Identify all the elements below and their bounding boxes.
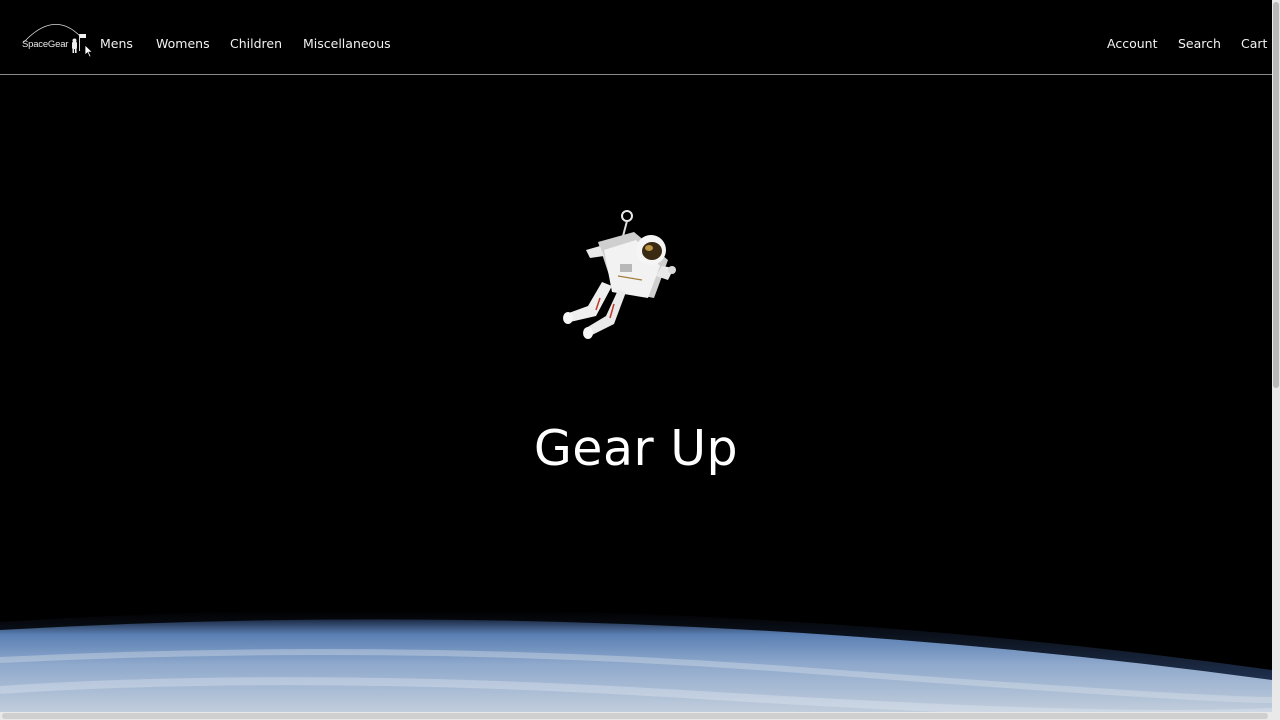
nav-item-search[interactable]: Search	[1178, 35, 1221, 53]
vertical-scrollbar-thumb[interactable]	[1273, 2, 1279, 388]
nav-item-womens[interactable]: Womens	[156, 35, 210, 53]
nav-item-account[interactable]: Account	[1107, 35, 1157, 53]
horizontal-scrollbar[interactable]	[0, 712, 1280, 720]
page: SpaceGear Mens Womens Children Miscellan…	[0, 0, 1280, 720]
nav-item-cart[interactable]: Cart	[1241, 35, 1267, 53]
vertical-scrollbar[interactable]	[1272, 0, 1280, 712]
earth-horizon-image	[0, 600, 1273, 720]
astronaut-image	[556, 206, 680, 344]
nav-item-mens[interactable]: Mens	[100, 35, 133, 53]
nav-item-miscellaneous[interactable]: Miscellaneous	[303, 35, 391, 53]
hero-title: Gear Up	[533, 420, 739, 477]
nav-item-children[interactable]: Children	[230, 35, 282, 53]
logo-text: SpaceGear	[22, 39, 69, 50]
logo-link[interactable]: SpaceGear	[18, 20, 92, 60]
horizontal-scrollbar-thumb[interactable]	[2, 713, 1268, 719]
site-header: SpaceGear Mens Womens Children Miscellan…	[0, 0, 1272, 75]
